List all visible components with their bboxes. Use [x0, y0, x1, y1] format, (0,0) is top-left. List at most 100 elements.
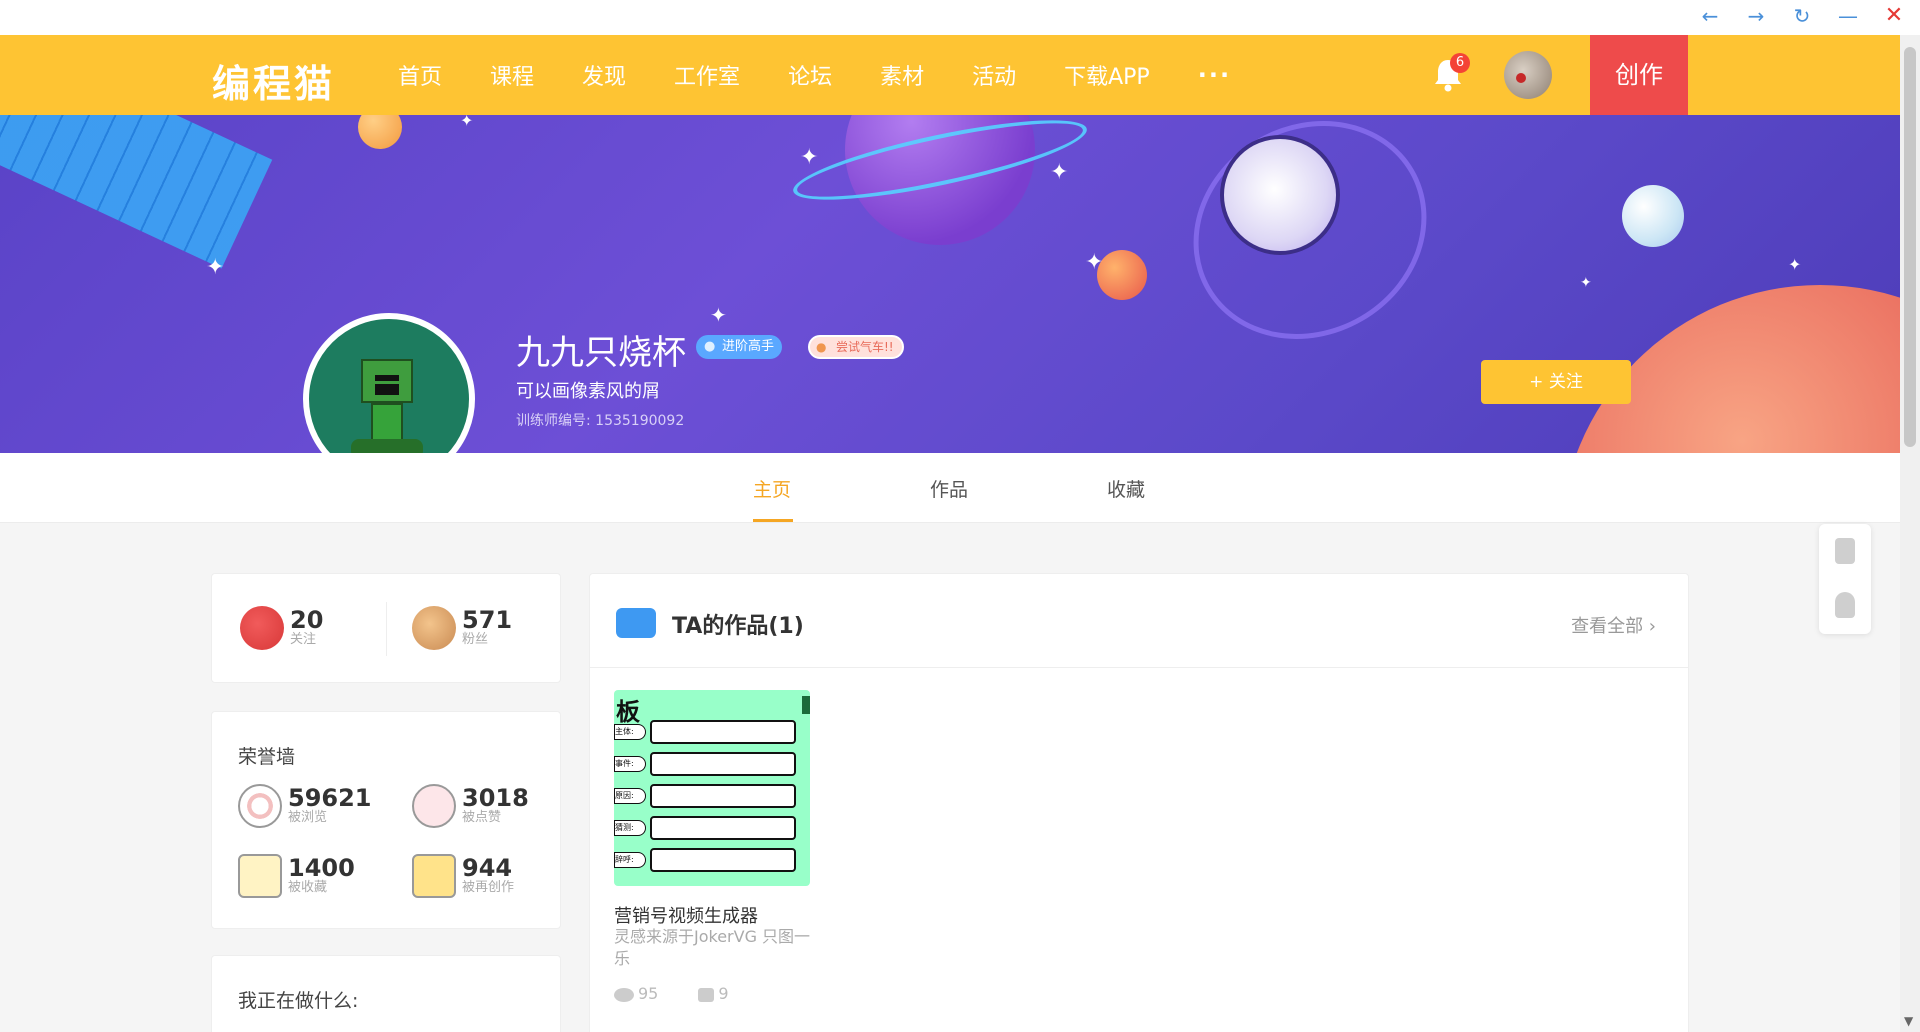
refresh-icon[interactable]: ↻ [1790, 4, 1814, 28]
thumb-row: 辞呼: [614, 848, 796, 872]
minimize-icon[interactable]: — [1836, 4, 1860, 28]
views-stat: 59621 被浏览 [238, 784, 372, 828]
works-divider [590, 667, 1688, 668]
star-icon: ✦ [206, 255, 225, 280]
creeper-face [375, 375, 399, 395]
remixes-stat: 944 被再创作 [412, 854, 514, 898]
collects-stat: 1400 被收藏 [238, 854, 355, 898]
nav-item-studio[interactable]: 工作室 [674, 59, 740, 91]
thumb-box [650, 784, 796, 808]
work-meta: 95 9 [614, 984, 729, 1003]
following-label: 关注 [290, 632, 317, 647]
nav-item-events[interactable]: 活动 [972, 59, 1016, 91]
work-likes: 9 [698, 984, 729, 1003]
qq-icon[interactable] [1835, 592, 1855, 618]
collects-count: 1400 [288, 854, 355, 882]
window-chrome: ← → ↻ — ✕ [0, 0, 1920, 35]
likes-stat: 3018 被点赞 [412, 784, 529, 828]
nav-item-courses[interactable]: 课程 [490, 59, 534, 91]
creeper-body [371, 403, 403, 441]
following-stat[interactable]: 20 关注 [240, 606, 323, 650]
star-box-icon [238, 854, 282, 898]
planet-illustration [1622, 185, 1684, 247]
page-scrollbar[interactable]: ▼ [1900, 35, 1920, 1032]
satellite-illustration [0, 115, 273, 269]
star-icon: ✦ [1580, 275, 1592, 291]
nav-item-discover[interactable]: 发现 [582, 59, 626, 91]
user-avatar[interactable] [1504, 51, 1552, 99]
notification-badge: 6 [1450, 53, 1470, 73]
paw-icon [412, 784, 456, 828]
stat-divider [386, 602, 387, 656]
tab-favorites[interactable]: 收藏 [1107, 475, 1145, 502]
honor-wall-title: 荣誉墙 [238, 746, 296, 768]
astronaut-illustration [1220, 135, 1340, 255]
follow-button[interactable]: + 关注 [1481, 360, 1631, 404]
view-all-link[interactable]: 查看全部 › [1571, 612, 1656, 638]
thumb-row: 主体: [614, 720, 796, 744]
thumb-tag: 事件: [614, 756, 646, 772]
work-title[interactable]: 营销号视频生成器 [614, 902, 758, 928]
views-count: 59621 [288, 784, 372, 812]
planet-illustration [358, 115, 402, 149]
tab-works[interactable]: 作品 [930, 475, 968, 502]
fans-stat[interactable]: 571 粉丝 [412, 606, 512, 650]
scroll-down-icon[interactable]: ▼ [1904, 1014, 1913, 1028]
works-title: TA的作品(1) [672, 614, 804, 639]
following-icon [240, 606, 284, 650]
site-logo[interactable]: 编程猫 [212, 53, 335, 108]
eye-icon [614, 987, 634, 1002]
follow-stats-card: 20 关注 571 粉丝 [211, 573, 561, 683]
nav-item-forum[interactable]: 论坛 [788, 59, 832, 91]
star-icon: ✦ [1050, 160, 1069, 185]
remix-icon [412, 854, 456, 898]
back-icon[interactable]: ← [1698, 4, 1722, 28]
honor-wall-card: 荣誉墙 59621 被浏览 3018 被点赞 1400 被收藏 944 被再创作 [211, 711, 561, 929]
level-badge[interactable]: 进阶高手 [696, 335, 783, 359]
thumb-corner [802, 696, 810, 714]
thumb-row: 猜测: [614, 816, 796, 840]
works-card: TA的作品(1) 查看全部 › 板 主体: 事件: 原因: 猜测: 辞呼: 营销… [589, 573, 1689, 1032]
thumb-tag: 主体: [614, 724, 646, 740]
nav-item-home[interactable]: 首页 [398, 59, 442, 91]
nav-item-materials[interactable]: 素材 [880, 59, 924, 91]
profile-username: 九九只烧杯 [516, 333, 686, 373]
thumb-tag: 猜测: [614, 820, 646, 836]
scroll-thumb[interactable] [1904, 47, 1916, 447]
more-menu-icon[interactable]: ··· [1198, 61, 1231, 89]
star-icon: ✦ [800, 145, 819, 170]
collects-label: 被收藏 [288, 880, 328, 895]
thumb-row: 事件: [614, 752, 796, 776]
fans-count: 571 [462, 606, 513, 634]
tablet-icon[interactable] [1835, 538, 1855, 564]
thumb-box [650, 752, 796, 776]
star-icon: ✦ [1085, 250, 1104, 275]
thumb-tag: 原因: [614, 788, 646, 804]
work-thumbnail[interactable]: 板 主体: 事件: 原因: 猜测: 辞呼: [614, 690, 810, 886]
forward-icon[interactable]: → [1744, 4, 1768, 28]
nav-item-download-app[interactable]: 下载APP [1064, 59, 1150, 91]
top-navbar: 编程猫 首页 课程 发现 工作室 论坛 素材 活动 下载APP ··· 6 创作 [0, 35, 1900, 115]
likes-label: 被点赞 [462, 810, 502, 825]
thumb-box [650, 816, 796, 840]
tab-active-indicator [753, 519, 793, 522]
work-views-count: 95 [638, 984, 659, 1003]
thumbs-up-icon [698, 987, 715, 1002]
profile-tabs: 主页 作品 收藏 [0, 453, 1900, 523]
fans-icon [412, 606, 456, 650]
popularity-badge[interactable]: 尝试气车!! [808, 335, 904, 359]
star-icon: ✦ [710, 303, 727, 327]
thumb-tag: 辞呼: [614, 852, 646, 868]
works-icon [616, 608, 656, 638]
status-title: 我正在做什么: [238, 990, 359, 1012]
tab-home[interactable]: 主页 [753, 475, 791, 502]
nav-menu: 首页 课程 发现 工作室 论坛 素材 活动 下载APP ··· [398, 35, 1231, 115]
create-button[interactable]: 创作 [1590, 35, 1688, 115]
thumb-box [650, 720, 796, 744]
planet-illustration [1097, 250, 1147, 300]
work-views: 95 [614, 984, 658, 1003]
following-count: 20 [290, 606, 324, 634]
star-icon: ✦ [460, 115, 474, 130]
profile-bio: 可以画像素风的屑 [516, 381, 660, 402]
close-icon[interactable]: ✕ [1882, 4, 1906, 28]
